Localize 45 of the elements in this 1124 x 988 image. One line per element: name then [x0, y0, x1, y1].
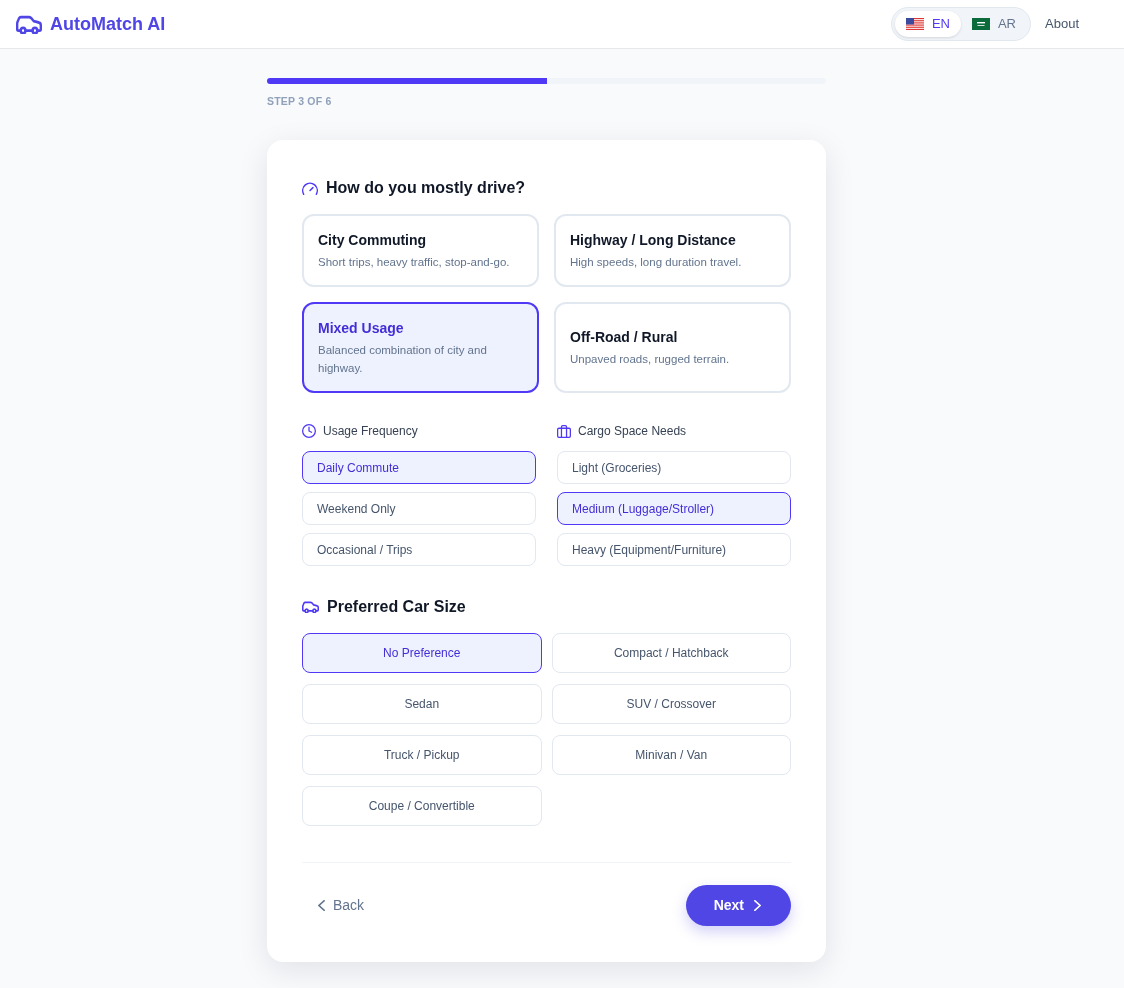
step-label: STEP 3 OF 6 — [267, 94, 332, 109]
saudi-flag-icon — [971, 18, 990, 30]
next-button[interactable]: Next — [685, 885, 791, 926]
group-label: Cargo Space Needs — [578, 423, 687, 439]
language-option[interactable]: AR — [960, 11, 1027, 37]
section-title: How do you mostly drive? — [326, 178, 526, 198]
option-button[interactable]: Occasional / Trips — [302, 533, 536, 566]
back-button[interactable]: Back — [302, 885, 381, 926]
group-label: Usage Frequency — [323, 423, 418, 439]
size-option-button[interactable]: SUV / Crossover — [551, 684, 791, 724]
language-option[interactable]: EN — [894, 11, 961, 37]
gauge-icon — [302, 181, 318, 195]
option-button[interactable]: Daily Commute — [302, 451, 536, 484]
size-option-button[interactable]: Coupe / Convertible — [302, 786, 542, 826]
option-title: Mixed Usage — [318, 319, 405, 338]
option-description: High speeds, long duration travel. — [570, 255, 743, 270]
option-description: Balanced combination of city and highway. — [318, 343, 488, 376]
drive-option-card[interactable]: City Commuting Short trips, heavy traffic, stop-and-go. — [302, 214, 539, 287]
app-logo[interactable]: AutoMatch AI — [16, 10, 166, 38]
us-flag-icon — [905, 18, 924, 30]
option-button[interactable]: Heavy (Equipment/Furniture) — [557, 533, 791, 566]
option-button[interactable]: Light (Groceries) — [557, 451, 791, 484]
drive-option-card[interactable]: Mixed Usage Balanced combination of city and highway. — [302, 302, 539, 393]
size-option-button[interactable]: Compact / Hatchback — [551, 633, 791, 673]
option-title: Highway / Long Distance — [570, 231, 737, 250]
nav-link[interactable]: About — [1045, 14, 1079, 34]
section-title: Preferred Car Size — [327, 597, 466, 617]
size-option-button[interactable]: Truck / Pickup — [302, 735, 542, 775]
drive-option-card[interactable]: Off-Road / Rural Unpaved roads, rugged terrain. — [554, 302, 791, 393]
size-option-button[interactable]: No Preference — [302, 633, 542, 673]
briefcase-icon — [557, 424, 571, 438]
option-title: City Commuting — [318, 231, 428, 250]
size-option-button[interactable]: Minivan / Van — [551, 735, 791, 775]
option-description: Unpaved roads, rugged terrain. — [570, 352, 731, 367]
option-button[interactable]: Medium (Luggage/Stroller) — [557, 492, 791, 525]
car-icon — [302, 601, 319, 613]
size-option-button[interactable]: Sedan — [302, 684, 542, 724]
option-title: Off-Road / Rural — [570, 328, 679, 347]
drive-option-card[interactable]: Highway / Long Distance High speeds, long duration travel. — [554, 214, 791, 287]
car-icon — [16, 14, 42, 34]
option-button[interactable]: Weekend Only — [302, 492, 536, 525]
clock-icon — [302, 424, 316, 438]
chevron-right-icon — [754, 900, 761, 911]
option-description: Short trips, heavy traffic, stop-and-go. — [318, 255, 511, 270]
chevron-left-icon — [318, 900, 325, 911]
